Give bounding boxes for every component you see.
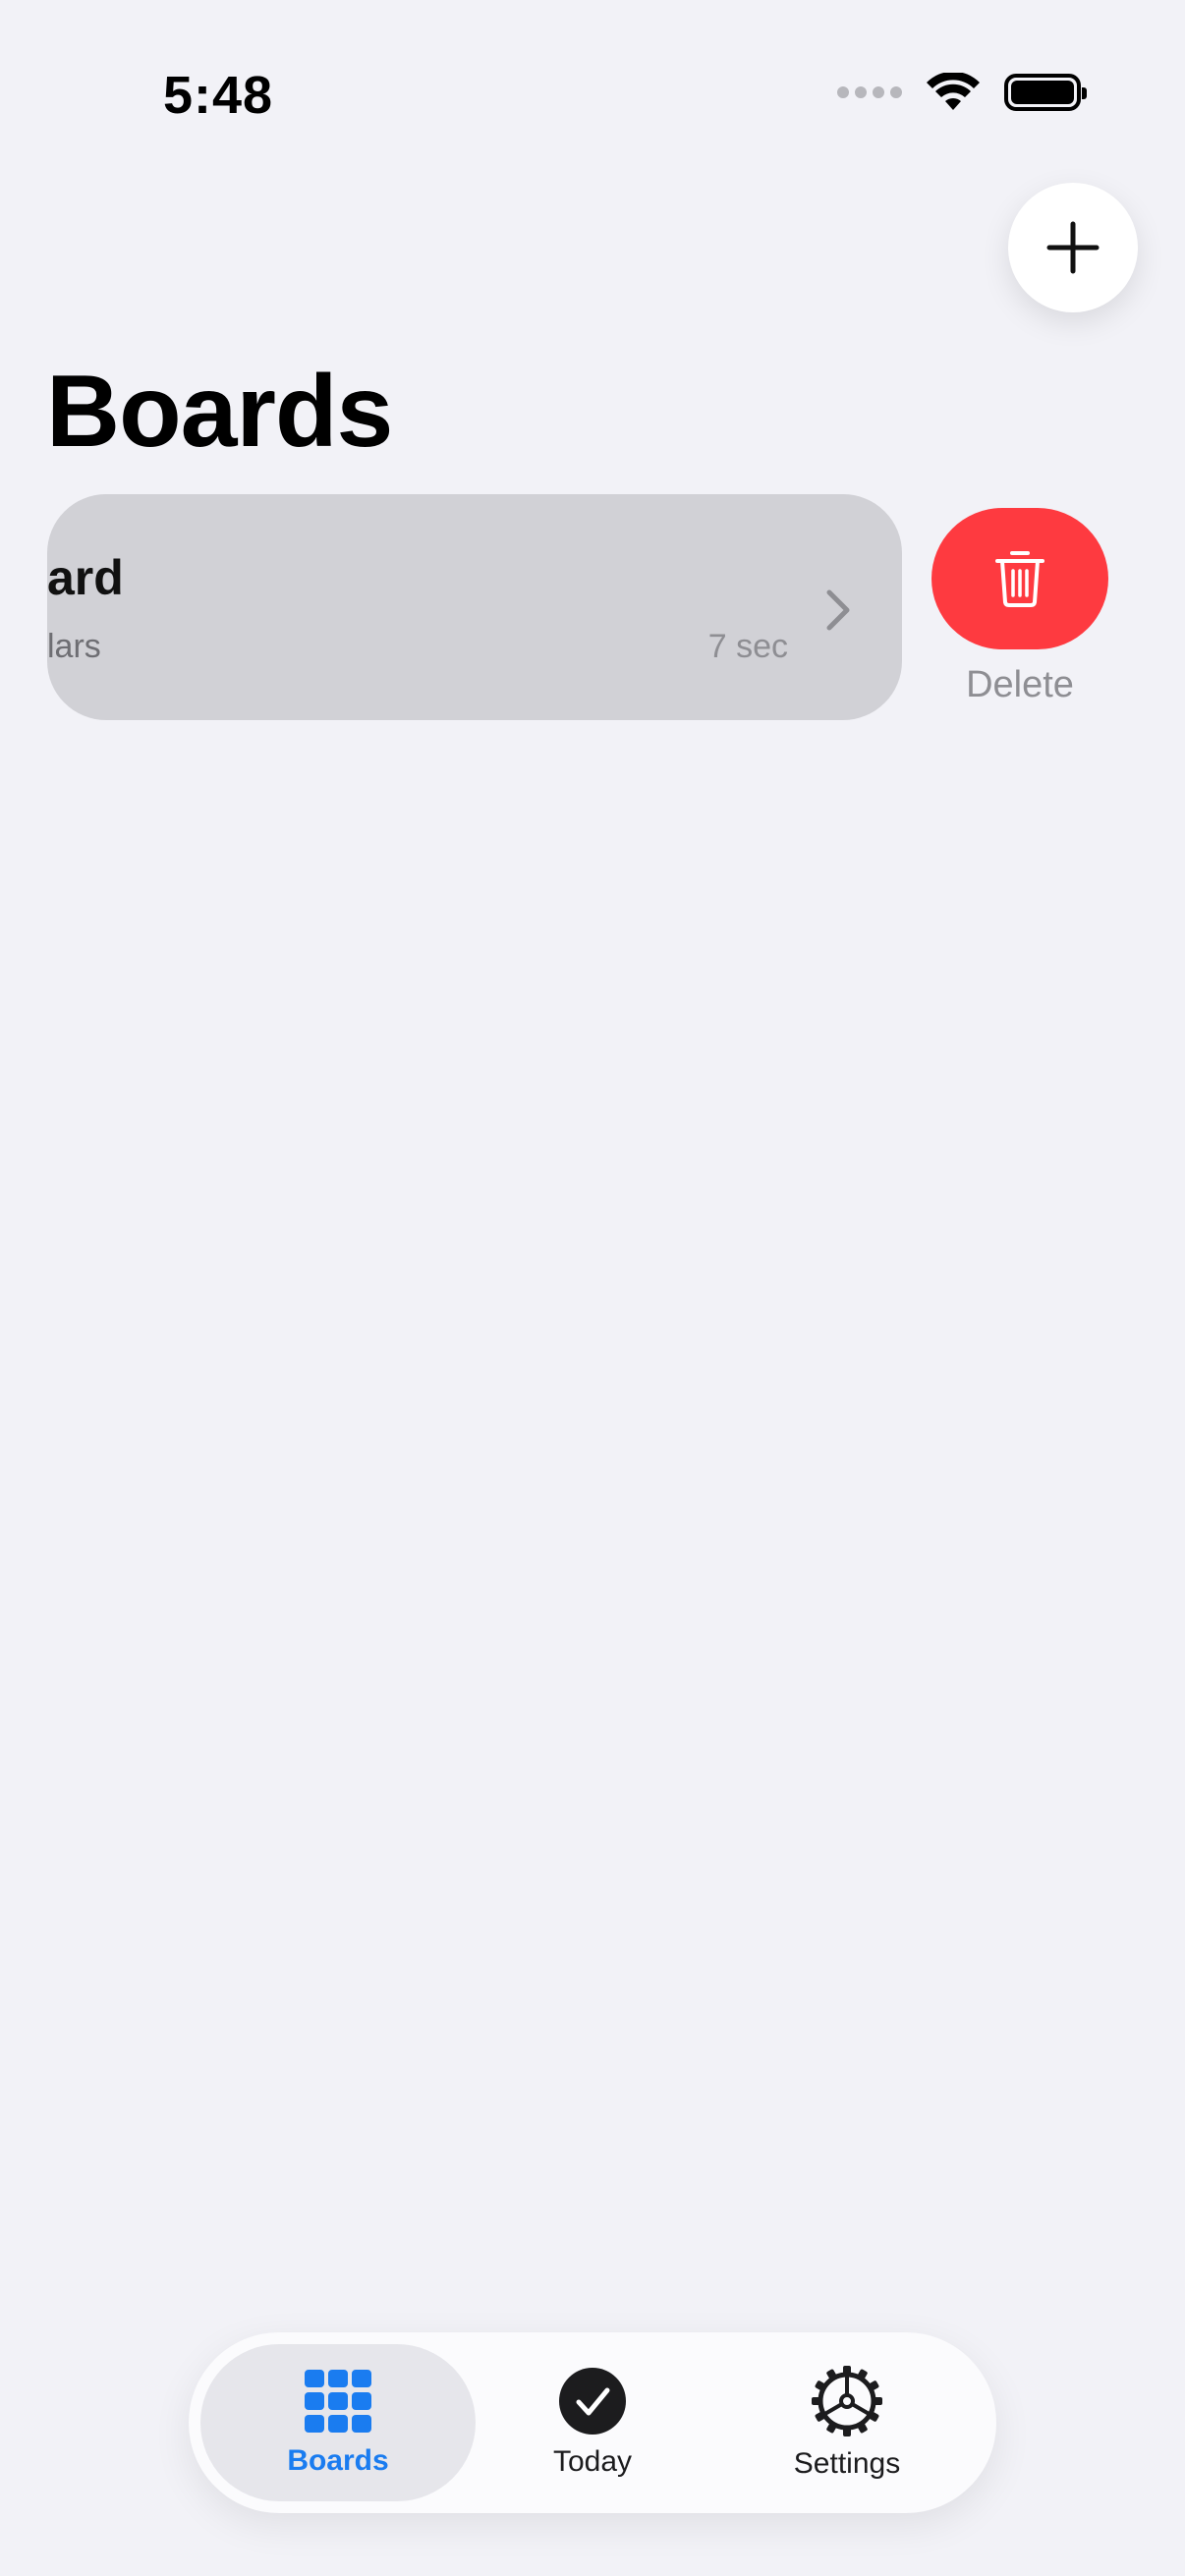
board-name: ard <box>47 550 124 605</box>
trash-icon <box>995 551 1044 607</box>
tab-today[interactable]: Today <box>455 2344 730 2501</box>
cellular-signal-icon <box>837 86 902 98</box>
tab-bar: Boards Today Settings <box>189 2332 996 2513</box>
plus-icon <box>1046 221 1100 274</box>
add-board-button[interactable] <box>1008 183 1138 312</box>
tab-label: Today <box>552 2445 633 2478</box>
board-subtitle: lars <box>47 628 101 665</box>
board-timestamp: 7 sec <box>707 628 788 665</box>
tab-label: Boards <box>287 2444 389 2477</box>
gear-icon <box>812 2366 882 2436</box>
delete-button[interactable] <box>931 508 1108 649</box>
page-title: Boards <box>46 355 393 469</box>
status-time: 5:48 <box>163 66 274 125</box>
battery-icon <box>1004 74 1087 111</box>
chevron-right-icon <box>826 589 850 631</box>
checkmark-circle-icon <box>559 2368 626 2435</box>
delete-label: Delete <box>966 664 1074 705</box>
tab-settings[interactable]: Settings <box>709 2344 985 2501</box>
wifi-icon <box>927 73 980 110</box>
tab-boards[interactable]: Boards <box>200 2344 476 2501</box>
status-indicators <box>837 73 1087 112</box>
grid-icon <box>305 2370 371 2433</box>
tab-label: Settings <box>793 2447 901 2480</box>
board-row[interactable]: ard lars 7 sec <box>47 494 902 720</box>
